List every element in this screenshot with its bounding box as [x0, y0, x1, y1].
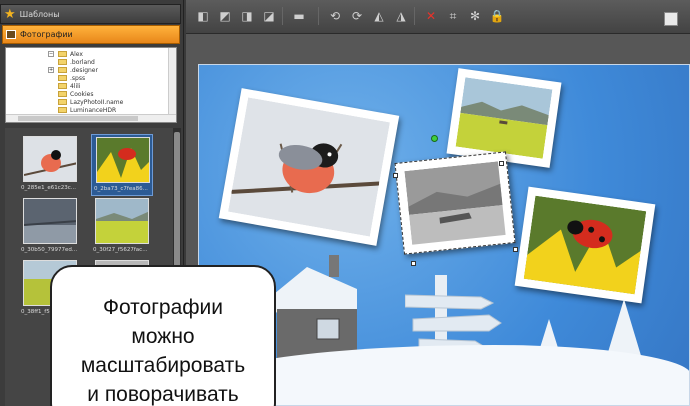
align-button[interactable]: ▬ — [290, 7, 308, 25]
delete-button[interactable]: ✕ — [422, 7, 440, 25]
thumbnail-caption: 0_30f27_f5627fac... — [93, 247, 148, 253]
send-backward-button[interactable]: ◨ — [238, 7, 256, 25]
tree-item[interactable]: Cookies — [58, 90, 94, 98]
folder-icon — [58, 83, 67, 89]
tree-horizontal-scrollbar[interactable] — [6, 114, 176, 122]
thumbnail-caption: 0_2ba73_c7fea86... — [94, 186, 148, 192]
tree-item-label: .borland — [70, 58, 95, 66]
resize-handle[interactable] — [411, 261, 416, 266]
templates-header[interactable]: ★ Шаблоны — [0, 4, 181, 24]
tree-item-label: LazyPhotoII.name — [70, 98, 124, 106]
thumbnail-item[interactable]: 0_30f27_f5627fac... — [91, 196, 153, 258]
resize-handle[interactable] — [513, 247, 518, 252]
toolbar-separator — [282, 7, 283, 25]
tree-item[interactable]: LuminanceHDR — [58, 106, 116, 114]
folder-tree[interactable]: − Alex .borland + .designer .spss 4lili Cookies… — [5, 47, 177, 123]
folder-icon — [58, 99, 67, 105]
folder-icon — [58, 107, 67, 113]
thumbnail-caption: 0_285e1_e61c23c... — [21, 185, 77, 191]
tree-vertical-scrollbar[interactable] — [168, 48, 176, 114]
folder-icon — [58, 67, 67, 73]
thumbnail-caption: 0_30b50_79977ed... — [21, 247, 78, 253]
resize-handle[interactable] — [393, 173, 398, 178]
rotate-handle[interactable] — [431, 135, 438, 142]
folder-icon — [58, 59, 67, 65]
tree-item[interactable]: 4lili — [58, 82, 81, 90]
expander-icon[interactable]: − — [48, 51, 54, 57]
bring-forward-button[interactable]: ◩ — [216, 7, 234, 25]
tree-item[interactable]: + .designer — [48, 66, 98, 74]
bring-front-button[interactable]: ◧ — [194, 7, 212, 25]
templates-title: Шаблоны — [19, 9, 60, 19]
page-icon[interactable] — [664, 12, 678, 26]
settings-button[interactable]: ✻ — [466, 7, 484, 25]
star-icon: ★ — [4, 6, 16, 22]
photo-winter-lake[interactable] — [394, 151, 516, 255]
toolbar-separator — [414, 7, 415, 25]
thumbnail-item[interactable]: 0_285e1_e61c23c... — [19, 134, 81, 196]
thumbnail-image — [95, 198, 149, 244]
toolbar-separator — [318, 7, 319, 25]
app-window: ★ Шаблоны Фотографии − Alex .borland + .desi… — [0, 0, 690, 406]
flip-horizontal-button[interactable]: ◭ — [370, 7, 388, 25]
photo-icon — [6, 30, 16, 39]
tree-item-label: 4lili — [70, 82, 81, 90]
photo-ladybug[interactable] — [514, 186, 656, 304]
thumbnail-image — [23, 136, 77, 182]
bubble-text-line: Фотографии — [102, 296, 223, 319]
photo-bullfinch-image — [228, 97, 390, 237]
folder-icon — [58, 91, 67, 97]
tree-item-label: Alex — [70, 50, 83, 58]
resize-handle[interactable] — [499, 161, 504, 166]
thumbnail-item[interactable]: 0_30b50_79977ed... — [19, 196, 81, 258]
lock-button[interactable]: 🔒 — [488, 7, 506, 25]
photo-ladybug-image — [523, 195, 647, 295]
bubble-text-line: и поворачивать — [87, 383, 239, 406]
folder-icon — [58, 51, 67, 57]
tree-item[interactable]: − Alex — [48, 50, 83, 58]
photo-meadow-image — [455, 77, 553, 159]
expander-icon[interactable]: + — [48, 67, 54, 73]
flip-vertical-button[interactable]: ◮ — [392, 7, 410, 25]
photo-winter-lake-image — [404, 161, 506, 245]
speech-bubble-text: Фотографии можно масштабировать и поворачив… — [50, 293, 276, 406]
rotate-right-button[interactable]: ⟳ — [348, 7, 366, 25]
send-back-button[interactable]: ◪ — [260, 7, 278, 25]
tree-item-label: .spss — [70, 74, 86, 82]
toolbar: ◧ ◩ ◨ ◪ ▬ ⟲ ⟳ ◭ ◮ ✕ ⌗ ✻ 🔒 — [186, 0, 690, 34]
folder-icon — [58, 75, 67, 81]
tree-item[interactable]: .spss — [58, 74, 85, 82]
scroll-thumb[interactable] — [174, 132, 180, 272]
thumbnail-item[interactable]: 0_2ba73_c7fea86... — [91, 134, 153, 196]
tab-photos[interactable]: Фотографии — [2, 25, 180, 44]
thumbnail-image — [96, 137, 150, 183]
crop-button[interactable]: ⌗ — [444, 7, 462, 25]
thumbnail-image — [23, 198, 77, 244]
tab-photos-label: Фотографии — [20, 30, 73, 39]
tree-item-label: .designer — [70, 66, 98, 74]
scroll-thumb[interactable] — [18, 116, 138, 121]
tree-item-label: LuminanceHDR — [70, 106, 117, 114]
tree-item-label: Cookies — [70, 90, 94, 98]
tree-item[interactable]: .borland — [58, 58, 95, 66]
bubble-text-line: можно — [131, 325, 195, 348]
bubble-text-line: масштабировать — [80, 354, 246, 377]
photo-bullfinch[interactable] — [218, 88, 400, 246]
tree-item[interactable]: LazyPhotoII.name — [58, 98, 123, 106]
rotate-left-button[interactable]: ⟲ — [326, 7, 344, 25]
